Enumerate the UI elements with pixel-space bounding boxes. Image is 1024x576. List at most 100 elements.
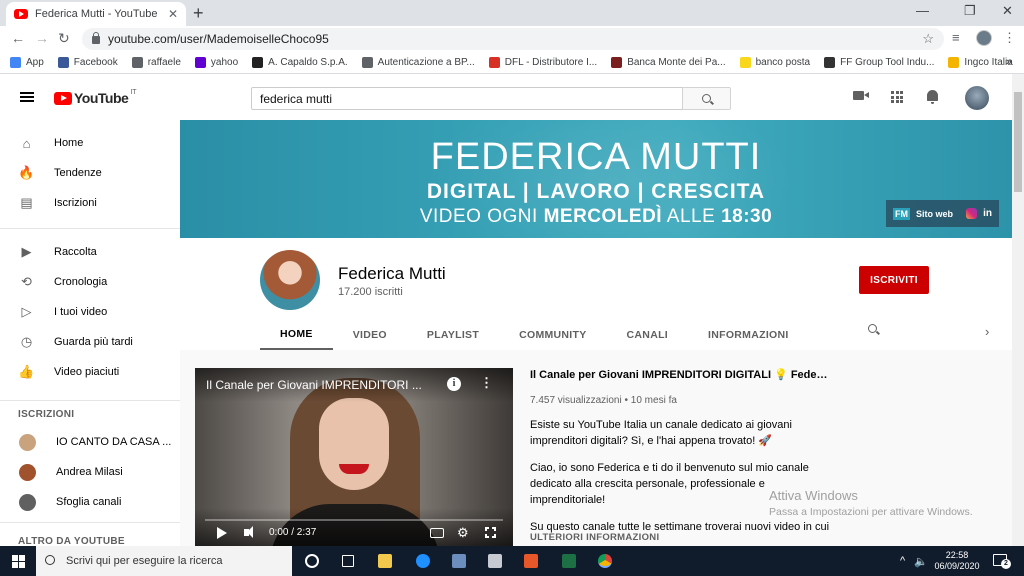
bookmark-item[interactable]: raffaele [131,57,181,68]
bookmark-item[interactable]: DFL - Distributore I... [488,57,597,68]
hamburger-menu-icon[interactable] [20,92,34,102]
sidebar-item[interactable]: ⌂ Home [0,130,180,156]
sidebar-item[interactable]: ⟲ Cronologia [0,269,180,295]
app-icon[interactable] [524,554,538,568]
youtube-header: YouTube IT [0,74,1012,120]
bookmark-star-icon[interactable]: ☆ [922,31,934,47]
excel-icon[interactable] [562,554,576,568]
tab-informazioni[interactable]: INFORMAZIONI [688,320,809,350]
store-icon[interactable] [452,554,466,568]
more-info-link[interactable]: ULTERIORI INFORMAZIONI [530,532,659,543]
bookmark-item[interactable]: Facebook [57,57,118,68]
volume-icon[interactable] [244,526,253,538]
bookmark-item[interactable]: Banca Monte dei Pa... [611,57,726,68]
sidebar-item[interactable]: ▶ Raccolta [0,239,180,265]
sidebar-item[interactable]: Andrea Milasi [0,459,180,485]
address-bar[interactable]: youtube.com/user/MademoiselleChoco95 ☆ [82,28,944,50]
tray-chevron-icon[interactable]: ^ [900,555,905,567]
tab-home[interactable]: HOME [260,320,333,350]
bookmark-item[interactable]: FF Group Tool Indu... [824,57,934,68]
play-icon[interactable] [217,527,227,539]
bookmark-item[interactable]: Ingco Italia [948,57,1013,68]
new-tab-icon[interactable]: + [193,3,204,23]
bookmarks-overflow-icon[interactable]: » [1006,56,1012,68]
subtitles-icon[interactable] [430,528,444,538]
sidebar-item[interactable]: ◷ Guarda più tardi [0,329,180,355]
browser-toolbar: ← → ↻ youtube.com/user/MademoiselleChoco… [0,26,1024,52]
chrome-icon[interactable] [598,554,612,568]
bookmark-item[interactable]: banco posta [739,57,810,68]
sidebar-item-label: Sfoglia canali [56,496,122,508]
sidebar-item[interactable]: Sfoglia canali [0,489,180,515]
info-icon[interactable]: i [447,377,461,391]
channel-search-icon[interactable] [868,324,877,333]
tab-playlist[interactable]: PLAYLIST [407,320,499,350]
search-button[interactable] [682,87,731,110]
task-view-icon[interactable] [342,555,354,567]
sidebar-item[interactable]: IO CANTO DA CASA ... [0,429,180,455]
featured-video-title[interactable]: Il Canale per Giovani IMPRENDITORI DIGIT… [530,368,830,381]
browser-tab[interactable]: Federica Mutti - YouTube ✕ [6,2,186,26]
dfl-icon [488,57,500,68]
reload-icon[interactable]: ↻ [58,30,70,47]
fm-logo-icon: FM [893,207,910,220]
bookmark-label: Autenticazione a BP... [377,57,475,68]
page-scrollbar[interactable] [1012,74,1024,546]
back-icon[interactable]: ← [11,30,25,46]
taskbar-search-box[interactable]: Scrivi qui per eseguire la ricerca [36,546,292,576]
url-text: youtube.com/user/MademoiselleChoco95 [108,32,329,46]
restore-icon[interactable]: ❐ [964,3,976,19]
website-link[interactable]: Sito web [916,209,960,219]
close-tab-icon[interactable]: ✕ [168,7,178,21]
globe-icon [361,57,373,68]
sidebar-item[interactable]: ▤ Iscrizioni [0,190,180,216]
video-frame-detail [319,398,389,490]
windows-start-icon[interactable] [12,555,25,568]
sidebar-item-label: Iscrizioni [54,197,97,209]
tab-title: Federica Mutti - YouTube [35,8,158,20]
forward-icon[interactable]: → [35,30,49,46]
browser-menu-icon[interactable]: ⋮ [1003,30,1016,46]
create-video-icon[interactable] [853,91,869,100]
sidebar-item[interactable]: 👍 Video piaciuti [0,359,180,385]
apps-icon[interactable] [891,91,903,103]
taskbar-clock[interactable]: 22:58 06/09/2020 [932,550,982,572]
bookmark-item[interactable]: Autenticazione a BP... [361,57,475,68]
bookmark-item[interactable]: App [10,57,44,68]
player-video-title[interactable]: Il Canale per Giovani IMPRENDITORI ... [206,378,438,392]
notifications-icon[interactable]: 2 [993,554,1011,569]
reading-list-icon[interactable]: ≡ [952,30,960,45]
edge-icon[interactable] [416,554,430,568]
app-icon[interactable] [488,554,502,568]
instagram-icon[interactable] [966,208,978,219]
cortana-icon[interactable] [305,554,319,568]
sidebar-item[interactable]: ▷ I tuoi video [0,299,180,325]
sidebar-item-label: Cronologia [54,276,108,288]
featured-video-player[interactable]: Il Canale per Giovani IMPRENDITORI ... i… [195,368,513,546]
chevron-right-icon[interactable]: › [985,324,989,339]
minimize-icon[interactable]: — [916,3,929,18]
linkedin-icon[interactable]: in [983,208,992,219]
volume-tray-icon[interactable]: 🔈 [914,555,928,568]
fullscreen-icon[interactable] [484,526,497,539]
more-vertical-icon[interactable]: ⋮ [480,376,493,390]
progress-bar[interactable] [205,519,503,521]
close-window-icon[interactable]: ✕ [1002,3,1013,19]
search-input[interactable] [251,87,683,110]
banner-title: FEDERICA MUTTI [430,136,762,178]
tab-community[interactable]: COMMUNITY [499,320,606,350]
account-avatar[interactable] [965,86,989,110]
file-explorer-icon[interactable] [378,554,392,568]
bookmark-item[interactable]: A. Capaldo S.p.A. [252,57,348,68]
scrollbar-thumb[interactable] [1014,92,1022,192]
tab-canali[interactable]: CANALI [607,320,688,350]
browser-profile-avatar[interactable] [976,30,992,46]
notifications-bell-icon[interactable] [927,90,938,104]
capaldo-icon [252,57,264,68]
sidebar-item[interactable]: 🔥 Tendenze [0,160,180,186]
tab-video[interactable]: VIDEO [333,320,407,350]
youtube-logo[interactable]: YouTube IT [54,89,137,106]
settings-gear-icon[interactable]: ⚙ [457,526,469,540]
bookmark-item[interactable]: yahoo [194,57,238,68]
subscribe-button[interactable]: ISCRIVITI [859,266,929,294]
